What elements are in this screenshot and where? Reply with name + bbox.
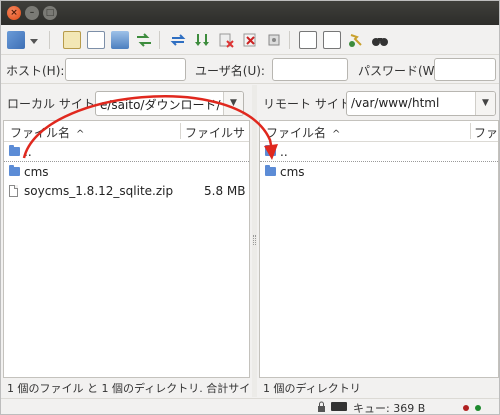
list-item[interactable]: soycms_1.8.12_sqlite.zip 5.8 MB <box>4 182 249 201</box>
find-files-icon[interactable] <box>371 31 389 49</box>
toolbar <box>1 25 499 55</box>
queue-status: キュー: 369 B <box>353 402 426 415</box>
directory-listing-filter-icon[interactable] <box>299 31 317 49</box>
local-col-name[interactable]: ファイル名 ^ <box>10 124 84 141</box>
local-site-label: ローカル サイト: <box>7 97 99 111</box>
toolbar-separator <box>49 31 50 49</box>
reconnect-icon[interactable] <box>265 31 283 49</box>
lock-icon <box>317 401 326 412</box>
local-col-size[interactable]: ファイルサ <box>185 124 245 141</box>
sort-ascending-icon: ^ <box>332 129 341 140</box>
file-size: 5.8 MB <box>204 184 246 198</box>
refresh-icon[interactable] <box>169 31 187 49</box>
site-manager-icon[interactable] <box>7 31 25 49</box>
remote-site-path-combo[interactable]: /var/www/html ▼ <box>346 91 496 116</box>
folder-icon <box>265 165 276 176</box>
process-queue-icon[interactable] <box>193 31 211 49</box>
local-file-list[interactable]: ファイル名 ^ ファイルサ .. cms soycms_1.8.12_sqlite… <box>3 120 250 378</box>
list-item[interactable]: cms <box>260 163 498 182</box>
host-input[interactable] <box>65 58 186 81</box>
remote-pane: リモート サイト: /var/www/html ▼ ファイル名^ ファイ .. … <box>257 85 499 397</box>
cancel-icon[interactable] <box>217 31 235 49</box>
quickconnect-bar: ホスト(H): ユーザ名(U): パスワード(W <box>1 56 499 84</box>
file-name: soycms_1.8.12_sqlite.zip <box>24 184 174 198</box>
username-input[interactable] <box>272 58 348 81</box>
receive-led-icon <box>463 405 469 411</box>
remote-list-header: ファイル名^ ファイ <box>260 121 498 142</box>
sync-browse-icon[interactable] <box>347 31 365 49</box>
local-site-path-combo[interactable]: e/saito/ダウンロード/ ▼ <box>95 91 244 116</box>
remote-site-path: /var/www/html <box>351 96 440 110</box>
minimize-window-button[interactable]: – <box>25 6 39 20</box>
remote-site-label: リモート サイト: <box>263 97 355 111</box>
directory-tree-icon[interactable] <box>87 31 105 49</box>
folder-icon <box>9 165 20 176</box>
title-bar: × – □ <box>1 1 499 25</box>
file-name: .. <box>280 145 288 159</box>
password-label: パスワード(W <box>358 64 435 78</box>
toolbar-separator <box>159 31 160 49</box>
column-separator[interactable] <box>180 123 181 139</box>
file-icon <box>9 185 18 197</box>
sort-ascending-icon: ^ <box>76 129 85 140</box>
chevron-down-icon[interactable]: ▼ <box>475 92 495 115</box>
local-site-bar: ローカル サイト: e/saito/ダウンロード/ ▼ <box>1 85 252 119</box>
host-label: ホスト(H): <box>6 64 65 78</box>
local-list-header: ファイル名 ^ ファイルサ <box>4 121 249 142</box>
file-name: cms <box>24 165 49 179</box>
remote-tree-icon[interactable] <box>111 31 129 49</box>
local-site-path: e/saito/ダウンロード/ <box>100 98 221 112</box>
splitter-grip <box>253 235 256 245</box>
transfer-queue-icon[interactable] <box>135 31 153 49</box>
list-item[interactable]: .. <box>260 143 498 162</box>
password-input[interactable] <box>434 58 496 81</box>
list-item[interactable]: .. <box>4 143 249 162</box>
message-log-icon[interactable] <box>63 31 81 49</box>
compare-icon[interactable] <box>323 31 341 49</box>
remote-col-name[interactable]: ファイル名 ^ <box>266 124 340 141</box>
binary-mode-icon <box>331 402 347 411</box>
local-pane: ローカル サイト: e/saito/ダウンロード/ ▼ ファイル名 ^ ファイルサ… <box>1 85 252 397</box>
local-status: 1 個のファイル と 1 個のディレクトリ. 合計サイ <box>3 379 250 395</box>
column-separator[interactable] <box>470 123 471 139</box>
folder-icon <box>265 145 276 156</box>
disconnect-icon[interactable] <box>241 31 259 49</box>
remote-col-size[interactable]: ファイ <box>474 124 498 141</box>
username-label: ユーザ名(U): <box>195 64 265 78</box>
dropdown-arrow-icon[interactable] <box>29 31 39 49</box>
list-item[interactable]: cms <box>4 163 249 182</box>
toolbar-separator <box>289 31 290 49</box>
remote-status: 1 個のディレクトリ <box>259 379 499 395</box>
file-name: cms <box>280 165 305 179</box>
filezilla-window: × – □ ホスト(H): ユーザ名(U): パスワード(W ローカル サイト:… <box>0 0 500 415</box>
close-window-button[interactable]: × <box>7 6 21 20</box>
remote-site-bar: リモート サイト: /var/www/html ▼ <box>257 85 499 119</box>
bottom-status-bar: キュー: 369 B <box>1 398 499 415</box>
file-name: .. <box>24 145 32 159</box>
maximize-window-button[interactable]: □ <box>43 6 57 20</box>
remote-file-list[interactable]: ファイル名^ ファイ .. cms <box>259 120 499 378</box>
chevron-down-icon[interactable]: ▼ <box>223 92 243 115</box>
folder-icon <box>9 145 20 156</box>
send-led-icon <box>475 405 481 411</box>
